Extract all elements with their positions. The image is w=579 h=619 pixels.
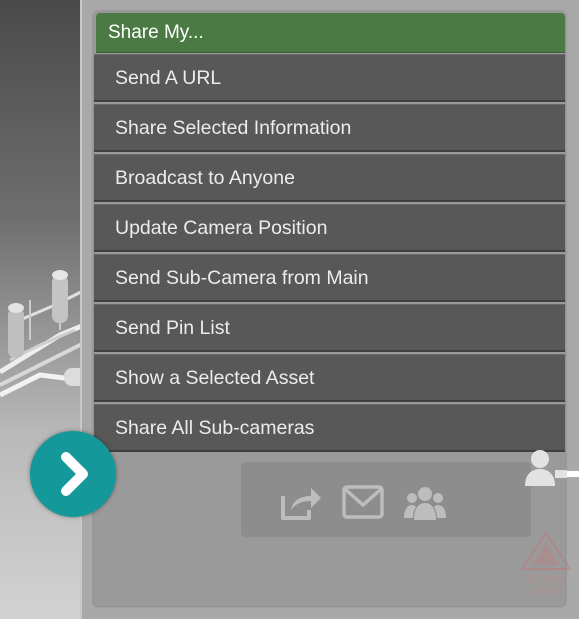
user-login-icon[interactable] bbox=[522, 448, 579, 493]
expand-panel-button[interactable] bbox=[30, 431, 116, 517]
share-icon[interactable] bbox=[279, 484, 323, 527]
menu-item-share-selected-information[interactable]: Share Selected Information bbox=[94, 104, 565, 152]
version-number: 1.0.0rc1 bbox=[527, 573, 567, 585]
group-icon[interactable] bbox=[403, 484, 447, 527]
menu-item-share-all-sub-cameras[interactable]: Share All Sub-cameras bbox=[94, 404, 565, 452]
share-menu-list: Send A URL Share Selected Information Br… bbox=[94, 54, 565, 454]
menu-item-send-url[interactable]: Send A URL bbox=[94, 54, 565, 102]
menu-item-update-camera-position[interactable]: Update Camera Position bbox=[94, 204, 565, 252]
share-menu-header: Share My... bbox=[96, 13, 565, 53]
chevron-right-icon bbox=[61, 452, 88, 496]
menu-item-send-pin-list[interactable]: Send Pin List bbox=[94, 304, 565, 352]
menu-item-send-sub-camera[interactable]: Send Sub-Camera from Main bbox=[94, 254, 565, 302]
build-number: b2922 bbox=[531, 586, 563, 598]
app-logo-icon bbox=[518, 529, 574, 578]
share-action-bar bbox=[241, 462, 531, 537]
menu-item-show-selected-asset[interactable]: Show a Selected Asset bbox=[94, 354, 565, 402]
version-label: 1.0.0rc1 b2922 bbox=[522, 573, 572, 599]
menu-item-broadcast-to-anyone[interactable]: Broadcast to Anyone bbox=[94, 154, 565, 202]
mail-icon[interactable] bbox=[341, 484, 385, 525]
